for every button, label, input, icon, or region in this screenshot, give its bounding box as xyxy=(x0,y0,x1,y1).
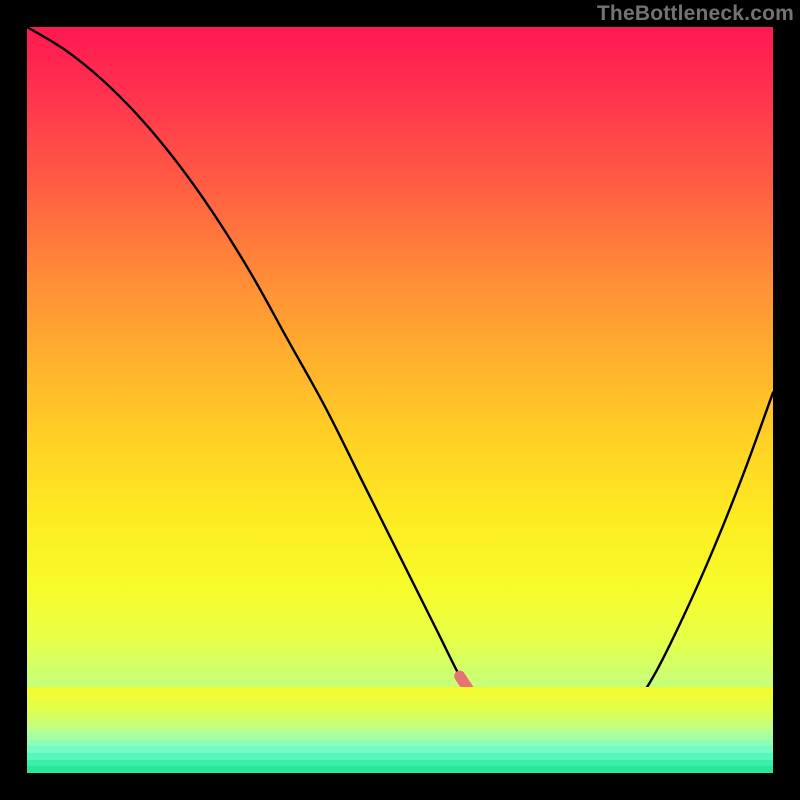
curve-layer xyxy=(27,27,773,773)
watermark-text: TheBottleneck.com xyxy=(597,2,794,26)
chart-stage: TheBottleneck.com xyxy=(0,0,800,800)
bottleneck-curve xyxy=(27,27,773,759)
highlight-segment xyxy=(460,676,572,759)
plot-area xyxy=(27,27,773,773)
